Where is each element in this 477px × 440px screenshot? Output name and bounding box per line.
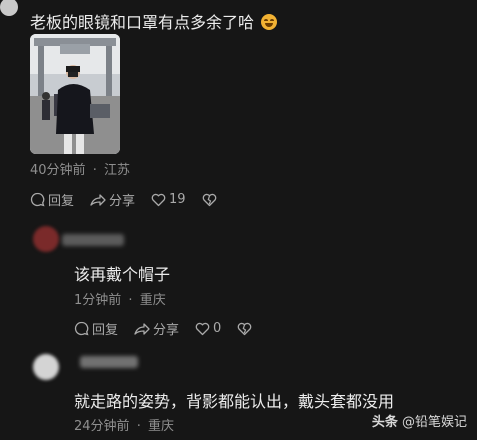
heart-icon — [195, 322, 210, 335]
comment-meta: 1分钟前 · 重庆 — [74, 289, 166, 308]
dislike-button[interactable] — [202, 193, 220, 207]
watermark-handle: @铅笔娱记 — [401, 415, 467, 430]
username-blurred — [80, 356, 138, 368]
comment-meta: 40分钟前 · 江苏 — [30, 159, 130, 178]
photo-image — [30, 34, 120, 154]
comment-text: 就走路的姿势，背影都能认出，戴头套都没用 — [74, 388, 394, 412]
reply-label: 回复 — [92, 323, 119, 338]
comment-text: 老板的眼镜和口罩有点多余了哈 — [30, 9, 278, 33]
meta-separator: · — [136, 419, 141, 434]
broken-heart-icon — [202, 193, 216, 206]
reply-button[interactable]: 回复 — [30, 190, 74, 209]
reply-icon — [30, 192, 45, 207]
share-button[interactable]: 分享 — [134, 319, 179, 338]
comment-actions: 回复 分享 0 — [74, 319, 271, 338]
comment-text-content: 该再戴个帽子 — [74, 265, 171, 284]
meta-separator: · — [128, 293, 133, 308]
username-blurred — [62, 234, 124, 246]
watermark: 头条 @铅笔娱记 — [372, 411, 467, 430]
watermark-platform: 头条 — [371, 415, 398, 430]
comment-time: 24分钟前 — [74, 419, 130, 434]
share-arrow-icon — [134, 322, 150, 335]
comment-photo[interactable] — [30, 34, 120, 154]
like-button[interactable]: 19 — [151, 192, 186, 207]
like-count: 0 — [213, 321, 222, 336]
comment-text-content: 就走路的姿势，背影都能认出，戴头套都没用 — [74, 392, 395, 411]
share-button[interactable]: 分享 — [90, 190, 135, 209]
dislike-button[interactable] — [237, 322, 255, 336]
avatar[interactable] — [33, 226, 59, 252]
share-label: 分享 — [109, 194, 136, 209]
comment-text-content: 老板的眼镜和口罩有点多余了哈 — [30, 13, 255, 32]
comment-location: 重庆 — [139, 293, 166, 308]
reply-icon — [74, 321, 89, 336]
share-label: 分享 — [153, 323, 180, 338]
meta-separator: · — [92, 163, 97, 178]
avatar[interactable] — [33, 354, 59, 380]
comment-meta: 24分钟前 · 重庆 — [74, 415, 174, 434]
heart-icon — [151, 193, 166, 206]
reply-label: 回复 — [48, 194, 75, 209]
comment-time: 40分钟前 — [30, 163, 86, 178]
like-count: 19 — [169, 192, 186, 207]
comment-location: 江苏 — [103, 163, 130, 178]
comment-time: 1分钟前 — [74, 293, 122, 308]
reply-button[interactable]: 回复 — [74, 319, 118, 338]
comment-actions: 回复 分享 19 — [30, 190, 236, 209]
comment-text: 该再戴个帽子 — [74, 261, 170, 285]
laughing-emoji-icon — [261, 14, 278, 30]
avatar[interactable] — [0, 0, 18, 16]
like-button[interactable]: 0 — [195, 321, 221, 336]
comment-location: 重庆 — [147, 419, 174, 434]
broken-heart-icon — [237, 322, 252, 335]
share-arrow-icon — [90, 193, 106, 206]
